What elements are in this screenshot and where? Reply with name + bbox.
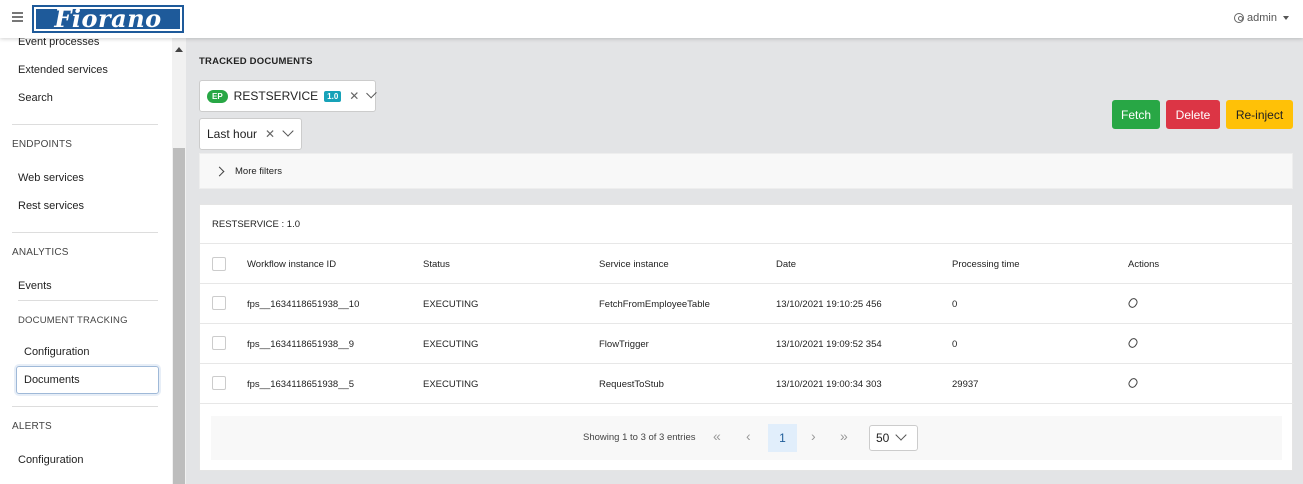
row-divider [200,363,1294,364]
chevron-down-icon [895,429,908,441]
section-endpoints: ENDPOINTS [12,139,73,150]
row-divider [200,283,1294,284]
scroll-up-icon[interactable] [175,47,183,52]
time-range-select[interactable]: Last hour ✕ [199,118,302,150]
service-instance: FetchFromEmployeeTable [599,299,710,310]
top-bar: Fiorano admin [0,0,1303,38]
documents-table-card: RESTSERVICE : 1.0 Workflow instance ID S… [199,204,1294,471]
chevron-down-icon[interactable] [282,125,294,137]
col-date[interactable]: Date [776,259,796,270]
clear-icon[interactable]: ✕ [265,127,275,141]
row-divider [200,243,1294,244]
row-divider [200,323,1294,324]
col-workflow-id[interactable]: Workflow instance ID [247,259,336,270]
sidebar-item-extended-services[interactable]: Extended services [18,64,108,76]
table-title: RESTSERVICE : 1.0 [212,219,300,230]
date: 13/10/2021 19:09:52 354 [776,339,882,350]
processing-time: 0 [952,339,958,350]
brand-logo[interactable]: Fiorano [32,5,184,33]
current-page-button[interactable]: 1 [768,424,797,452]
processing-time: 29937 [952,379,979,390]
sidebar-item-alerts-configuration[interactable]: Configuration [18,454,83,466]
user-name: admin [1247,12,1277,24]
chevron-down-icon[interactable] [366,87,377,99]
col-service-instance[interactable]: Service instance [599,259,669,270]
col-actions: Actions [1128,259,1160,270]
service-name: RESTSERVICE [233,89,319,103]
sidebar-item-documents[interactable]: Documents [24,374,80,386]
sidebar-item-event-processes[interactable]: Event processes [18,38,99,48]
service-instance: RequestToStub [599,379,664,390]
prev-page-icon[interactable]: ‹ [746,429,751,443]
sidebar-divider [12,406,158,407]
workflow-id: fps__1634118651938__5 [247,379,355,390]
chevron-right-icon [214,166,225,176]
attachment-icon[interactable] [1126,336,1140,350]
fetch-button[interactable]: Fetch [1112,100,1160,129]
sidebar-divider [18,300,158,301]
row-checkbox[interactable] [212,376,226,390]
page-size-select[interactable]: 50 [869,425,918,451]
sidebar-item-web-services[interactable]: Web services [18,172,84,184]
more-filters-toggle[interactable]: More filters [199,153,1293,189]
next-page-icon[interactable]: › [811,429,816,443]
page-title: TRACKED DOCUMENTS [199,56,313,67]
row-checkbox[interactable] [212,296,226,310]
time-range-value: Last hour [207,127,258,141]
more-filters-label: More filters [235,165,282,177]
scrollbar-thumb[interactable] [173,148,185,484]
sidebar-item-rest-services[interactable]: Rest services [18,200,84,212]
sidebar-item-search[interactable]: Search [18,92,53,104]
main-content: TRACKED DOCUMENTS EP RESTSERVICE 1.0 ✕ L… [186,38,1303,484]
section-document-tracking[interactable]: DOCUMENT TRACKING [18,315,128,326]
hamburger-menu-icon[interactable] [12,12,23,22]
date: 13/10/2021 19:00:34 303 [776,379,882,390]
select-all-checkbox[interactable] [212,257,226,271]
ep-badge: EP [207,89,228,103]
attachment-icon[interactable] [1126,376,1140,390]
date: 13/10/2021 19:10:25 456 [776,299,882,310]
workflow-id: fps__1634118651938__10 [247,299,360,310]
pagination-bar: Showing 1 to 3 of 3 entries « ‹ 1 › » 50 [211,416,1282,460]
sidebar: Event processes Extended services Search… [0,38,172,484]
service-select[interactable]: EP RESTSERVICE 1.0 ✕ [199,80,377,112]
caret-down-icon [1283,16,1289,20]
processing-time: 0 [952,299,958,310]
row-divider [200,403,1294,404]
service-instance: FlowTrigger [599,339,649,350]
col-status[interactable]: Status [423,259,450,270]
sidebar-divider [12,124,158,125]
section-alerts: ALERTS [12,421,52,432]
sidebar-item-doc-configuration[interactable]: Configuration [24,346,89,358]
delete-button[interactable]: Delete [1166,100,1220,129]
status: EXECUTING [423,379,479,390]
attachment-icon[interactable] [1126,296,1140,310]
user-icon [1234,13,1245,23]
section-analytics: ANALYTICS [12,247,69,258]
reinject-button[interactable]: Re-inject [1226,100,1293,129]
sidebar-scrollbar[interactable] [172,38,186,484]
status: EXECUTING [423,339,479,350]
sidebar-item-events[interactable]: Events [18,280,52,292]
row-checkbox[interactable] [212,336,226,350]
entries-summary: Showing 1 to 3 of 3 entries [583,432,696,443]
clear-icon[interactable]: ✕ [349,89,359,103]
version-badge: 1.0 [324,90,342,102]
last-page-icon[interactable]: » [840,429,848,443]
workflow-id: fps__1634118651938__9 [247,339,355,350]
page-size-value: 50 [876,431,890,445]
first-page-icon[interactable]: « [713,429,721,443]
status: EXECUTING [423,299,479,310]
sidebar-divider [12,232,158,233]
col-processing-time[interactable]: Processing time [952,259,1020,270]
user-menu[interactable]: admin [1234,12,1289,24]
